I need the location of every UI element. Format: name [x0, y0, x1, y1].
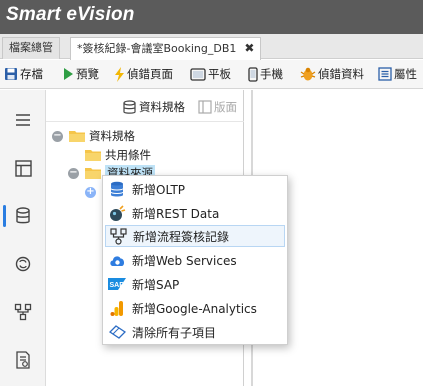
analytics-icon: [110, 300, 123, 316]
tree-node-root[interactable]: − 資料規格: [52, 128, 135, 144]
nav-layout[interactable]: [0, 148, 46, 188]
tab-bar: 檔案總管 *簽核紀錄-會議室Booking_DB1 ✖: [0, 34, 423, 60]
cloud-icon: [109, 256, 124, 266]
play-icon: [64, 68, 73, 80]
expand-icon[interactable]: +: [85, 186, 96, 198]
debug-page-button[interactable]: 偵錯頁面: [114, 65, 173, 83]
app-window: Smart eVision 檔案總管 *簽核紀錄-會議室Booking_DB1 ✖…: [0, 0, 423, 386]
menu-item-label: 新增SAP: [132, 277, 180, 292]
tree-node-shared[interactable]: 共用條件: [85, 147, 151, 163]
nav-sync[interactable]: [0, 244, 46, 284]
phone-label: 手機: [260, 67, 283, 81]
tree-label: 共用條件: [105, 148, 151, 162]
collapse-icon[interactable]: −: [68, 167, 79, 179]
menu-button[interactable]: [0, 100, 46, 140]
svg-text:SAP: SAP: [110, 282, 125, 289]
layout-icon: [14, 159, 32, 177]
properties-button[interactable]: 屬性: [378, 65, 417, 83]
lightning-icon: [115, 66, 124, 82]
menu-item-add-workflow-record[interactable]: 新增流程簽核記錄: [105, 225, 285, 247]
folder-icon: [69, 131, 85, 142]
data-spec-label: 資料規格: [139, 100, 185, 114]
tab-file-explorer[interactable]: 檔案總管: [2, 37, 60, 59]
panel-header: 資料規格 版面: [46, 90, 244, 122]
menu-item-add-sap[interactable]: SAP 新增SAP: [105, 273, 285, 295]
database-icon: [16, 207, 30, 224]
preview-label: 預覽: [76, 67, 99, 81]
save-label: 存檔: [20, 67, 43, 81]
phone-icon: [248, 66, 258, 82]
tab-signing-record[interactable]: *簽核紀錄-會議室Booking_DB1 ✖: [70, 37, 262, 60]
menu-item-label: 新增Web Services: [132, 253, 237, 268]
app-title: Smart eVision: [6, 4, 135, 25]
eraser-icon: [108, 325, 126, 339]
hamburger-icon: [16, 114, 30, 126]
tablet-button[interactable]: 平板: [190, 65, 231, 83]
data-spec-button[interactable]: 資料規格: [122, 99, 185, 115]
layout-label: 版面: [214, 100, 237, 114]
menu-item-label: 清除所有子項目: [132, 325, 217, 340]
menu-item-label: 新增Google-Analytics: [132, 301, 257, 316]
nav-data[interactable]: [0, 196, 46, 236]
debug-page-label: 偵錯頁面: [127, 67, 173, 81]
floppy-disk-icon: [5, 68, 17, 80]
folder-icon: [85, 168, 101, 179]
collapse-icon[interactable]: −: [52, 130, 63, 142]
rest-data-icon: [109, 204, 125, 221]
layout-icon: [198, 100, 212, 114]
menu-item-clear-children[interactable]: 清除所有子項目: [105, 321, 285, 343]
nav-flow[interactable]: [0, 292, 46, 332]
tab-label: 檔案總管: [9, 41, 53, 54]
flow-nodes-icon: [14, 303, 32, 321]
tablet-label: 平板: [208, 67, 231, 81]
menu-item-label: 新增OLTP: [132, 182, 186, 197]
menu-item-label: 新增REST Data: [132, 206, 220, 221]
menu-item-add-oltp[interactable]: 新增OLTP: [105, 178, 285, 200]
properties-label: 屬性: [394, 67, 417, 81]
debug-data-button[interactable]: 偵錯資料: [300, 65, 364, 83]
nav-report[interactable]: [0, 340, 46, 380]
menu-item-add-rest-data[interactable]: 新增REST Data: [105, 202, 285, 224]
sap-icon: SAP: [108, 278, 126, 290]
workflow-icon: [109, 227, 127, 245]
save-button[interactable]: 存檔: [4, 65, 43, 83]
sync-icon: [15, 256, 31, 272]
menu-item-add-google-analytics[interactable]: 新增Google-Analytics: [105, 297, 285, 319]
tree-label: 資料規格: [89, 129, 135, 143]
close-tab-icon[interactable]: ✖: [244, 41, 254, 55]
debug-data-label: 偵錯資料: [318, 67, 364, 81]
menu-item-add-web-services[interactable]: 新增Web Services: [105, 249, 285, 271]
report-icon: [16, 351, 30, 369]
tab-label: *簽核紀錄-會議室Booking_DB1: [77, 42, 237, 55]
database-icon: [123, 99, 136, 114]
bug-icon: [300, 67, 316, 80]
layout-button[interactable]: 版面: [198, 99, 237, 115]
left-navigation: [0, 90, 46, 386]
context-menu: 新增OLTP 新增REST Data 新增流程簽核記錄 新增Web Servic…: [102, 175, 288, 345]
preview-button[interactable]: 預覽: [62, 65, 99, 83]
folder-icon: [85, 150, 101, 161]
properties-list-icon: [378, 67, 392, 81]
database-icon: [110, 181, 124, 196]
toolbar: 存檔 預覽 偵錯頁面 平板 手機 偵錯資料 屬性: [0, 60, 423, 89]
title-bar: Smart eVision: [0, 0, 423, 34]
tree-node-add[interactable]: +: [85, 184, 102, 200]
phone-button[interactable]: 手機: [248, 65, 283, 83]
menu-item-label: 新增流程簽核記錄: [133, 229, 230, 244]
tablet-icon: [190, 67, 206, 81]
